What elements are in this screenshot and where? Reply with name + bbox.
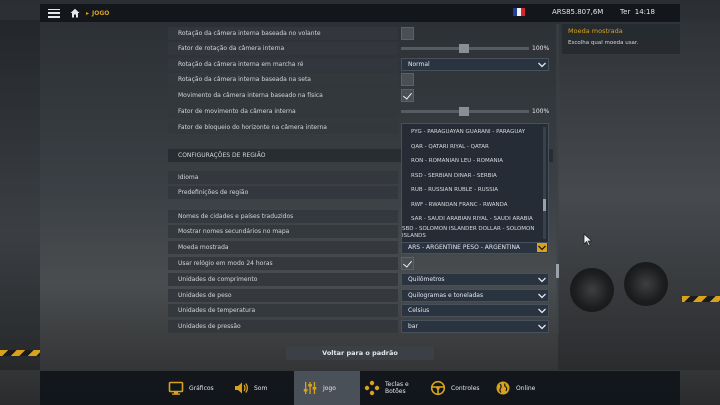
setting-label: Idioma — [168, 171, 398, 184]
setting-label: Fator de rotação da câmera interna — [168, 42, 398, 55]
dropdown-option[interactable]: RWF - RWANDAN FRANC - RWANDA — [402, 202, 542, 209]
dropdown-option[interactable]: RSD - SERBIAN DINAR - SERBIA — [402, 173, 542, 180]
hazard-stripe-right — [682, 296, 720, 302]
settings-scroll-thumb[interactable] — [556, 264, 559, 278]
monitor-icon — [168, 380, 184, 396]
tab-sound[interactable]: Som — [233, 371, 288, 405]
dropdown-option[interactable]: RON - ROMANIAN LEU - ROMANIA — [402, 158, 542, 165]
sliders-icon — [302, 380, 318, 396]
hazard-stripe-left — [0, 350, 40, 356]
setting-label: Rotação da câmera interna em marcha ré — [168, 58, 398, 71]
background-left — [0, 20, 40, 370]
setting-checkbox[interactable] — [401, 27, 414, 40]
tab-online[interactable]: Online — [495, 371, 547, 405]
home-icon[interactable] — [70, 8, 80, 18]
dropdown-scrollbar[interactable] — [543, 127, 546, 239]
dropdown-option[interactable]: SAR - SAUDI ARABIAN RIYAL - SAUDI ARABIA — [402, 216, 542, 223]
setting-label: Mostrar nomes secundários no mapa — [168, 225, 398, 238]
globe-icon — [495, 380, 511, 396]
setting-row: Unidades de comprimento Quilômetros — [168, 273, 553, 286]
setting-label: Rotação da câmera interna baseada no vol… — [168, 27, 398, 40]
chevron-down-icon — [537, 275, 547, 284]
top-bar: ▸ JOGO ARS85.807,6M Ter 14:18 — [40, 4, 680, 22]
setting-select[interactable]: Normal — [401, 58, 549, 71]
slider-thumb[interactable] — [459, 44, 469, 53]
setting-label: Nomes de cidades e países traduzidos — [168, 210, 398, 223]
bottom-tab-bar: Gráficos Som Jogo Teclas e Botões Contro… — [40, 371, 680, 405]
setting-select[interactable]: bar — [401, 320, 549, 333]
setting-slider[interactable] — [401, 42, 531, 55]
setting-slider[interactable] — [401, 105, 531, 118]
description-title: Moeda mostrada — [568, 27, 623, 35]
setting-row: Fator de rotação da câmera interna 100% — [168, 42, 553, 55]
setting-checkbox-checked[interactable] — [401, 257, 414, 270]
setting-row: Unidades de pressão bar — [168, 320, 553, 333]
dropdown-option[interactable]: PYG - PARAGUAYAN GUARANI - PARAGUAY — [402, 129, 542, 136]
breadcrumb-separator-icon: ▸ — [86, 9, 90, 17]
gamepad-buttons-icon — [364, 380, 380, 396]
setting-row: Usar relógio em modo 24 horas — [168, 257, 553, 270]
setting-row: Rotação da câmera interna baseada no vol… — [168, 27, 553, 40]
game-clock: Ter 14:18 — [620, 8, 655, 16]
setting-label: Fator de bloqueio do horizonte na câmera… — [168, 121, 398, 134]
setting-label: Moeda mostrada — [168, 241, 398, 254]
settings-scrollbar[interactable] — [556, 24, 559, 334]
dropdown-option[interactable]: RUB - RUSSIAN RUBLE - RUSSIA — [402, 187, 542, 194]
truck-wheel-front — [570, 268, 614, 312]
dropdown-scroll-thumb[interactable] — [543, 199, 546, 211]
setting-row: Movimento da câmera interna baseado na f… — [168, 89, 553, 102]
setting-select[interactable]: Quilômetros — [401, 273, 549, 286]
background-truck-scene — [558, 20, 720, 370]
slider-thumb[interactable] — [459, 107, 469, 116]
setting-row: Rotação da câmera interna em marcha ré N… — [168, 58, 553, 71]
tab-controls[interactable]: Controles — [430, 371, 492, 405]
slider-value: 100% — [532, 108, 550, 115]
chevron-down-icon — [537, 60, 547, 69]
tab-graphics[interactable]: Gráficos — [168, 371, 228, 405]
france-flag-icon — [513, 8, 525, 16]
setting-checkbox[interactable] — [401, 73, 414, 86]
description-panel: Moeda mostrada Escolha qual moeda usar. — [562, 24, 680, 54]
setting-checkbox-checked[interactable] — [401, 89, 414, 102]
speaker-icon — [233, 380, 249, 396]
breadcrumb-current: JOGO — [92, 9, 110, 17]
slider-value: 100% — [532, 45, 550, 52]
tab-game[interactable]: Jogo — [294, 371, 360, 405]
setting-label: Usar relógio em modo 24 horas — [168, 257, 398, 270]
setting-select[interactable]: Celsius — [401, 304, 549, 317]
chevron-down-icon — [537, 291, 547, 300]
setting-label: Movimento da câmera interna baseado na f… — [168, 89, 398, 102]
setting-row: Unidades de peso Quilogramas e toneladas — [168, 289, 553, 302]
truck-wheel-rear — [624, 262, 668, 306]
setting-row: Fator de movimento da câmera interna 100… — [168, 105, 553, 118]
mouse-cursor-icon — [583, 233, 593, 247]
dropdown-option[interactable]: SBD - SOLOMON ISLANDER DOLLAR - SOLOMON … — [402, 226, 548, 240]
setting-select[interactable]: Quilogramas e toneladas — [401, 289, 549, 302]
setting-label: Unidades de temperatura — [168, 304, 398, 317]
reset-default-button[interactable]: Voltar para o padrão — [286, 346, 434, 360]
setting-row: Rotação da câmera interna baseada na set… — [168, 73, 553, 86]
currency-dropdown-list[interactable]: PYG - PARAGUAYAN GUARANI - PARAGUAY QAR … — [401, 123, 549, 243]
setting-row: Unidades de temperatura Celsius — [168, 304, 553, 317]
hamburger-menu-icon[interactable] — [48, 8, 60, 18]
dropdown-option[interactable]: QAR - QATARI RIYAL - QATAR — [402, 144, 542, 151]
setting-label: Unidades de peso — [168, 289, 398, 302]
setting-label: Unidades de pressão — [168, 320, 398, 333]
chevron-down-icon — [537, 243, 547, 252]
setting-label: Fator de movimento da câmera interna — [168, 105, 398, 118]
chevron-down-icon — [537, 306, 547, 315]
tab-keys-buttons[interactable]: Teclas e Botões — [364, 371, 426, 405]
money-balance: ARS85.807,6M — [552, 8, 604, 16]
description-body: Escolha qual moeda usar. — [568, 40, 639, 46]
setting-label: Rotação da câmera interna baseada na set… — [168, 73, 398, 86]
setting-label: Unidades de comprimento — [168, 273, 398, 286]
chevron-down-icon — [537, 322, 547, 331]
setting-label: Predefinições de região — [168, 186, 398, 199]
steering-wheel-icon — [430, 380, 446, 396]
